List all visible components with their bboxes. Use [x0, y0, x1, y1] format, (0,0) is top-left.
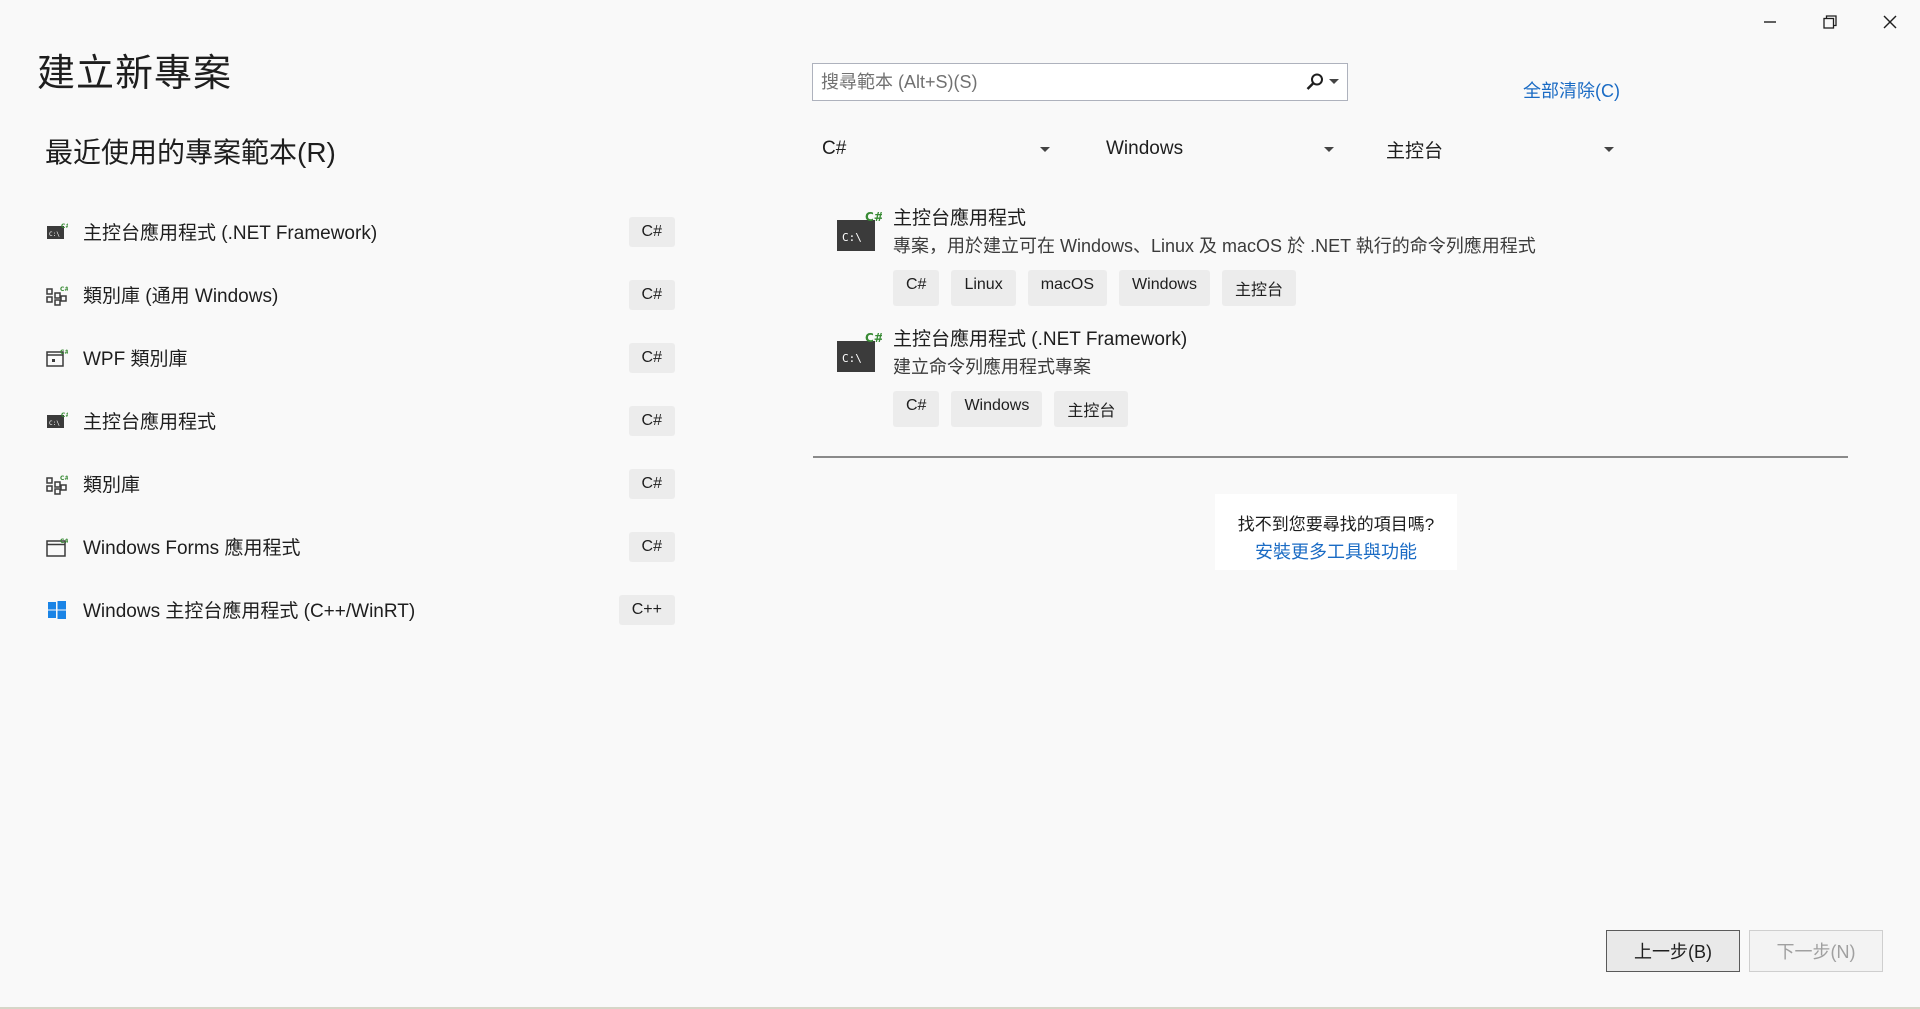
language-tag: C++: [618, 594, 675, 625]
create-new-project-window: 建立新專案 最近使用的專案範本(R) C:\C# 主控台應用程式 (.NET F…: [0, 0, 1920, 1009]
chevron-down-icon: [1604, 146, 1614, 152]
class-library-icon: C#: [45, 283, 69, 307]
tag: 主控台: [1054, 391, 1129, 427]
recent-templates-heading: 最近使用的專案範本(R): [45, 137, 336, 168]
tag: Windows: [1119, 270, 1210, 306]
svg-text:C:\: C:\: [842, 231, 862, 244]
project-type-filter-value: 主控台: [1386, 140, 1444, 162]
tag: Windows: [951, 391, 1043, 427]
svg-text:C#: C#: [865, 332, 882, 345]
template-search-box: [812, 63, 1348, 101]
class-library-icon: C#: [45, 472, 69, 496]
restore-icon: [1823, 15, 1837, 29]
recent-item-label: 主控台應用程式 (.NET Framework): [83, 223, 378, 244]
svg-text:C:\: C:\: [842, 352, 862, 365]
result-title: 主控台應用程式: [893, 208, 1027, 229]
windows-logo-icon: [45, 598, 69, 622]
language-filter-dropdown[interactable]: C#: [812, 133, 1060, 165]
svg-text:C#: C#: [61, 412, 68, 419]
tag: C#: [893, 270, 940, 306]
recent-item-label: Windows Forms 應用程式: [83, 538, 301, 559]
result-tags: C# Windows 主控台: [893, 391, 1129, 427]
minimize-icon: [1764, 21, 1776, 23]
svg-text:C:\: C:\: [49, 420, 60, 427]
close-button[interactable]: [1860, 0, 1920, 44]
recent-item-cppwinrt-console[interactable]: Windows 主控台應用程式 (C++/WinRT) C++: [45, 578, 675, 641]
winforms-app-icon: C#: [45, 535, 69, 559]
install-more-tools-link[interactable]: 安裝更多工具與功能: [1215, 538, 1457, 564]
language-tag: C#: [628, 531, 675, 562]
recent-item-console-netfx[interactable]: C:\C# 主控台應用程式 (.NET Framework) C#: [45, 200, 675, 263]
close-icon: [1883, 15, 1897, 29]
language-tag: C#: [628, 468, 675, 499]
result-description: 專案，用於建立可在 Windows、Linux 及 macOS 於 .NET 執…: [893, 236, 1536, 256]
chevron-down-icon: [1040, 146, 1050, 152]
minimize-button[interactable]: [1740, 0, 1800, 44]
language-tag: C#: [628, 216, 675, 247]
platform-filter-value: Windows: [1106, 138, 1184, 159]
svg-text:C#: C#: [60, 349, 68, 356]
svg-text:C#: C#: [60, 538, 68, 545]
search-input[interactable]: [813, 64, 1305, 100]
tag: macOS: [1027, 270, 1108, 306]
platform-filter-dropdown[interactable]: Windows: [1096, 133, 1344, 165]
svg-text:C#: C#: [61, 223, 68, 230]
result-description: 建立命令列應用程式專案: [893, 357, 1091, 377]
language-tag: C#: [628, 279, 675, 310]
language-tag: C#: [628, 405, 675, 436]
back-button[interactable]: 上一步(B): [1606, 930, 1740, 972]
console-app-icon: C:\C#: [837, 211, 882, 251]
result-item-console-netfx[interactable]: C:\ C# 主控台應用程式 (.NET Framework) 建立命令列應用程式…: [830, 324, 1830, 427]
svg-text:C#: C#: [865, 211, 882, 224]
svg-text:C#: C#: [60, 475, 68, 482]
result-tags: C# Linux macOS Windows 主控台: [893, 270, 1296, 306]
wpf-library-icon: C#: [45, 346, 69, 370]
not-found-box: 找不到您要尋找的項目嗎? 安裝更多工具與功能: [1215, 494, 1457, 570]
window-controls: [1740, 0, 1920, 44]
svg-text:C:\: C:\: [49, 231, 60, 238]
console-app-icon: C:\C#: [45, 409, 69, 433]
recent-item-label: 類別庫: [83, 475, 141, 496]
console-app-icon: C:\C#: [837, 332, 882, 372]
recent-item-class-library-uwp[interactable]: C# 類別庫 (通用 Windows) C#: [45, 263, 675, 326]
console-app-icon: C:\C#: [45, 220, 69, 244]
result-title: 主控台應用程式 (.NET Framework): [893, 329, 1188, 350]
next-button[interactable]: 下一步(N): [1749, 930, 1883, 972]
search-icon: [1306, 73, 1323, 90]
recent-templates-list: C:\C# 主控台應用程式 (.NET Framework) C# C# 類別庫…: [45, 200, 675, 641]
recent-item-winforms[interactable]: C# Windows Forms 應用程式 C#: [45, 515, 675, 578]
chevron-down-icon: [1329, 79, 1339, 84]
svg-text:C#: C#: [60, 286, 68, 293]
recent-item-label: 主控台應用程式: [83, 412, 217, 433]
recent-item-label: 類別庫 (通用 Windows): [83, 286, 279, 307]
tag: Linux: [951, 270, 1016, 306]
tag: C#: [893, 391, 940, 427]
result-item-console[interactable]: C:\ C# 主控台應用程式 專案，用於建立可在 Windows、Linux 及 …: [830, 203, 1830, 306]
recent-item-console[interactable]: C:\C# 主控台應用程式 C#: [45, 389, 675, 452]
restore-button[interactable]: [1800, 0, 1860, 44]
search-options-button[interactable]: [1305, 72, 1347, 92]
recent-item-label: Windows 主控台應用程式 (C++/WinRT): [83, 601, 416, 622]
chevron-down-icon: [1324, 146, 1334, 152]
language-filter-value: C#: [822, 138, 847, 159]
recent-item-wpf-library[interactable]: C# WPF 類別庫 C#: [45, 326, 675, 389]
recent-item-class-library[interactable]: C# 類別庫 C#: [45, 452, 675, 515]
recent-item-label: WPF 類別庫: [83, 349, 188, 370]
language-tag: C#: [628, 342, 675, 373]
page-title: 建立新專案: [37, 53, 233, 95]
not-found-question: 找不到您要尋找的項目嗎?: [1237, 515, 1435, 534]
project-type-filter-dropdown[interactable]: 主控台: [1376, 133, 1624, 165]
tag: 主控台: [1221, 270, 1296, 306]
results-divider: [813, 456, 1848, 458]
clear-all-link[interactable]: 全部清除(C): [1523, 77, 1620, 103]
